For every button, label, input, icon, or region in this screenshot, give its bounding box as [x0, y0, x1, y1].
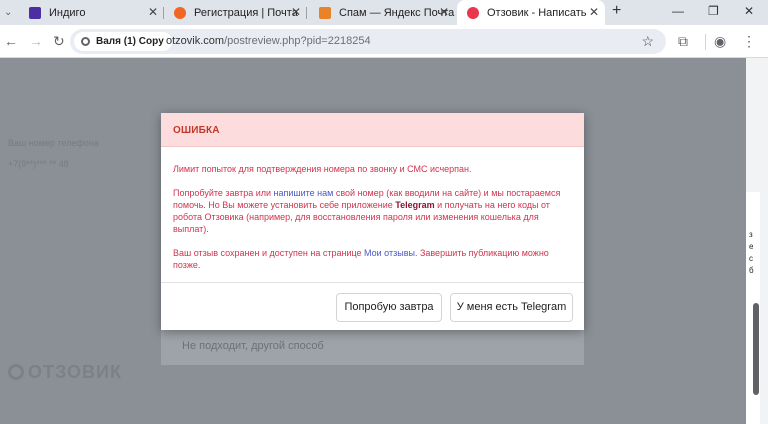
right-edge-char: з: [749, 230, 753, 239]
url-host: otzovik.com: [166, 35, 225, 47]
close-tab-icon[interactable]: ✕: [148, 6, 158, 18]
browser-tab-strip: ⌄ Индиго ✕ Регистрация | Почта ✕ Спам — …: [0, 0, 768, 25]
close-tab-icon[interactable]: ✕: [586, 6, 599, 18]
otzovik-logo: ОТЗОВИК: [8, 362, 122, 383]
tab-registration-mail[interactable]: Регистрация | Почта ✕: [164, 0, 307, 25]
dialog-title: ОШИБКА: [173, 125, 220, 136]
mail-favicon-icon: [174, 6, 186, 19]
tab-title: Спам — Яндекс Почта: [339, 6, 455, 19]
tab-title: Отзовик - Написать отзыв: [487, 6, 595, 19]
bookmark-star-icon[interactable]: ☆: [641, 33, 654, 50]
bg-other-method-text: Не подходит, другой способ: [182, 340, 324, 352]
url-text[interactable]: otzovik.com/postreview.php?pid=2218254: [166, 35, 371, 47]
extensions-puzzle-icon[interactable]: ⧉: [678, 33, 688, 49]
dialog-message: Лимит попыток для подтверждения номера п…: [173, 163, 568, 283]
support-paragraph: Попробуйте завтра или напишите нам свой …: [173, 187, 568, 235]
logo-text: ОТЗОВИК: [28, 362, 122, 382]
reload-icon[interactable]: ↻: [53, 33, 65, 49]
telegram-bold: Telegram: [395, 200, 435, 210]
write-us-link[interactable]: напишите нам: [274, 188, 334, 198]
restore-icon[interactable]: ❐: [708, 4, 719, 18]
right-edge-char: с: [749, 254, 753, 263]
dialog-header: ОШИБКА: [161, 113, 584, 147]
have-telegram-button[interactable]: У меня есть Telegram: [450, 293, 573, 322]
toolbar-divider: [705, 34, 706, 50]
browser-toolbar: ← → ↻ Валя (1) Copy otzovik.com/postrevi…: [0, 25, 768, 58]
new-tab-plus-icon[interactable]: +: [612, 3, 621, 19]
scrollbar-thumb[interactable]: [753, 303, 759, 395]
support-text-a: Попробуйте завтра или: [173, 188, 274, 198]
profile-circle-icon: [81, 37, 90, 46]
my-reviews-link[interactable]: Мои отзывы: [364, 248, 415, 258]
otzovik-favicon-icon: [467, 6, 479, 19]
envelope-favicon-icon: [319, 6, 331, 19]
saved-text-a: Ваш отзыв сохранен и доступен на страниц…: [173, 248, 365, 258]
address-bar[interactable]: Валя (1) Copy otzovik.com/postreview.php…: [70, 29, 666, 54]
error-dialog: ОШИБКА Лимит попыток для подтверждения н…: [161, 113, 584, 330]
limit-exceeded-text: Лимит попыток для подтверждения номера п…: [173, 164, 472, 174]
right-edge-panel: з е с б: [746, 58, 768, 424]
menu-kebab-icon[interactable]: ⋮: [742, 33, 756, 49]
back-arrow-icon[interactable]: ←: [4, 33, 18, 49]
bg-phone-value: +7(9**)*** ** 48: [8, 159, 69, 169]
right-edge-char: е: [749, 242, 754, 251]
tab-indigo[interactable]: Индиго ✕: [21, 0, 164, 25]
try-tomorrow-button[interactable]: Попробую завтра: [336, 293, 442, 322]
bg-phone-label: Ваш номер телефона: [8, 138, 99, 148]
close-tab-icon[interactable]: ✕: [439, 6, 449, 18]
tab-title: Регистрация | Почта: [194, 6, 298, 19]
forward-arrow-icon[interactable]: →: [29, 33, 43, 49]
logo-ring-icon: [8, 364, 24, 380]
indigo-favicon-icon: [29, 6, 41, 19]
profile-chip[interactable]: Валя (1) Copy: [74, 32, 172, 51]
close-tab-icon[interactable]: ✕: [291, 6, 301, 18]
review-saved-paragraph: Ваш отзыв сохранен и доступен на страниц…: [173, 247, 568, 271]
url-path: /postreview.php?pid=2218254: [224, 35, 371, 47]
profile-avatar-icon[interactable]: ◉: [714, 33, 726, 49]
tab-otzovik[interactable]: Отзовик - Написать отзыв ✕: [457, 0, 605, 25]
tab-yandex-spam[interactable]: Спам — Яндекс Почта ✕: [307, 0, 455, 25]
tab-search-chevron-icon[interactable]: ⌄: [4, 5, 12, 21]
profile-chip-label: Валя (1) Copy: [96, 36, 164, 47]
bg-other-method-box: Не подходит, другой способ: [161, 328, 584, 365]
tab-title: Индиго: [49, 6, 86, 19]
close-window-icon[interactable]: ✕: [744, 4, 754, 18]
page-overlay: Ваш номер телефона +7(9**)*** ** 48 Не п…: [0, 58, 768, 424]
right-edge-char: б: [749, 266, 754, 275]
minimize-icon[interactable]: —: [672, 4, 684, 18]
dialog-divider: [161, 282, 584, 283]
